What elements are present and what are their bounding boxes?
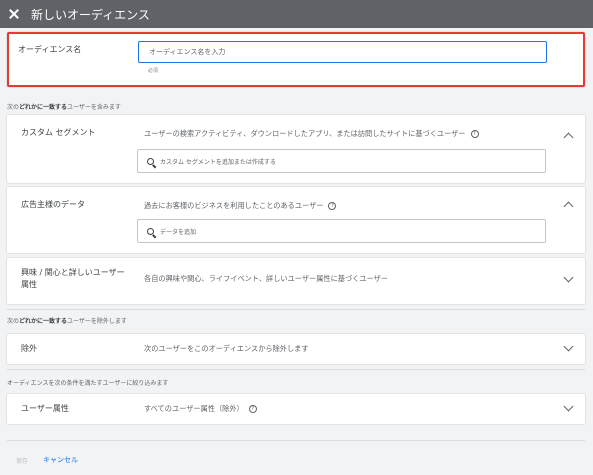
interests-label-line2: 属性 xyxy=(21,280,37,289)
search-icon xyxy=(147,227,154,235)
advertiser-data-search-placeholder: データを追加 xyxy=(160,228,197,236)
custom-segment-search-placeholder: カスタム セグメントを追加または作成する xyxy=(160,158,276,166)
interests-description: 各自の興味や関心、ライフイベント、詳しいユーザー属性に基づくユーザー xyxy=(144,274,388,283)
narrow-section-title: オーディエンスを次の条件を満たすユーザーに絞り込みます xyxy=(7,380,169,387)
include-title-suffix: ユーザーを含みます xyxy=(67,104,121,111)
exclusion-description: 次のユーザーをこのオーディエンスから除外します xyxy=(144,344,309,353)
audience-name-label: オーディエンス名 xyxy=(18,45,82,54)
exclusion-label: 除外 xyxy=(21,344,37,353)
advertiser-data-label: 広告主様のデータ xyxy=(21,200,85,209)
custom-segment-description: ユーザーの検索アクティビティ、ダウンロードしたアプリ、または訪問したサイトに基づ… xyxy=(144,129,479,139)
exclude-title-bold: どれかに一致する xyxy=(19,318,68,325)
demographics-description-text: すべてのユーザー属性（除外） xyxy=(144,404,244,413)
interests-label: 興味 / 関心と詳しいユーザー 属性 xyxy=(21,267,125,291)
advertiser-data-description-text: 過去にお客様のビジネスを利用したことのあるユーザー xyxy=(144,201,324,210)
interests-label-line1: 興味 / 関心と詳しいユーザー xyxy=(21,268,125,277)
help-icon[interactable]: ? xyxy=(248,405,257,413)
demographics-card[interactable]: ユーザー属性 すべてのユーザー属性（除外）? xyxy=(7,394,585,424)
footer-bar: 保存 キャンセル xyxy=(0,445,593,475)
audience-name-input[interactable] xyxy=(138,41,547,63)
custom-segment-description-text: ユーザーの検索アクティビティ、ダウンロードしたアプリ、または訪問したサイトに基づ… xyxy=(144,129,466,138)
demographics-description: すべてのユーザー属性（除外）? xyxy=(144,404,257,414)
exclude-title-prefix: 次の xyxy=(7,318,20,325)
custom-segment-label: カスタム セグメント xyxy=(21,128,96,137)
demographics-label: ユーザー属性 xyxy=(21,404,69,413)
divider xyxy=(7,309,585,310)
include-section-title: 次のどれかに一致するユーザーを含みます xyxy=(7,102,121,111)
chevron-down-icon[interactable] xyxy=(563,341,574,352)
help-icon[interactable]: ? xyxy=(470,130,479,138)
header-bar: 新しいオーディエンス xyxy=(0,0,593,28)
page-title: 新しいオーディエンス xyxy=(31,7,150,22)
divider xyxy=(7,369,585,370)
advertiser-data-card: 広告主様のデータ 過去にお客様のビジネスを利用したことのあるユーザー? データを… xyxy=(7,187,585,253)
required-helper-text: 必須 xyxy=(148,68,159,74)
chevron-up-icon[interactable] xyxy=(563,201,574,212)
chevron-down-icon[interactable] xyxy=(563,272,574,283)
audience-name-card: オーディエンス名 必須 xyxy=(7,32,585,87)
chevron-up-icon[interactable] xyxy=(563,132,574,143)
custom-segment-search-input[interactable]: カスタム セグメントを追加または作成する xyxy=(137,149,546,173)
advertiser-data-search-input[interactable]: データを追加 xyxy=(137,219,546,243)
include-title-prefix: 次の xyxy=(7,104,20,111)
interests-card[interactable]: 興味 / 関心と詳しいユーザー 属性 各自の興味や関心、ライフイベント、詳しいユー… xyxy=(7,258,585,304)
exclude-section-title: 次のどれかに一致するユーザーを除外します xyxy=(7,316,127,325)
advertiser-data-description: 過去にお客様のビジネスを利用したことのあるユーザー? xyxy=(144,201,337,211)
chevron-down-icon[interactable] xyxy=(563,401,574,412)
exclude-title-suffix: ユーザーを除外します xyxy=(67,318,127,325)
close-icon[interactable] xyxy=(7,7,21,21)
search-icon xyxy=(147,157,154,165)
help-icon[interactable]: ? xyxy=(328,202,337,210)
cancel-button[interactable]: キャンセル xyxy=(43,455,78,465)
divider xyxy=(7,440,585,441)
exclusion-card[interactable]: 除外 次のユーザーをこのオーディエンスから除外します xyxy=(7,334,585,364)
save-button[interactable]: 保存 xyxy=(16,456,28,465)
custom-segment-card: カスタム セグメント ユーザーの検索アクティビティ、ダウンロードしたアプリ、また… xyxy=(7,115,585,183)
include-title-bold: どれかに一致する xyxy=(19,104,68,111)
